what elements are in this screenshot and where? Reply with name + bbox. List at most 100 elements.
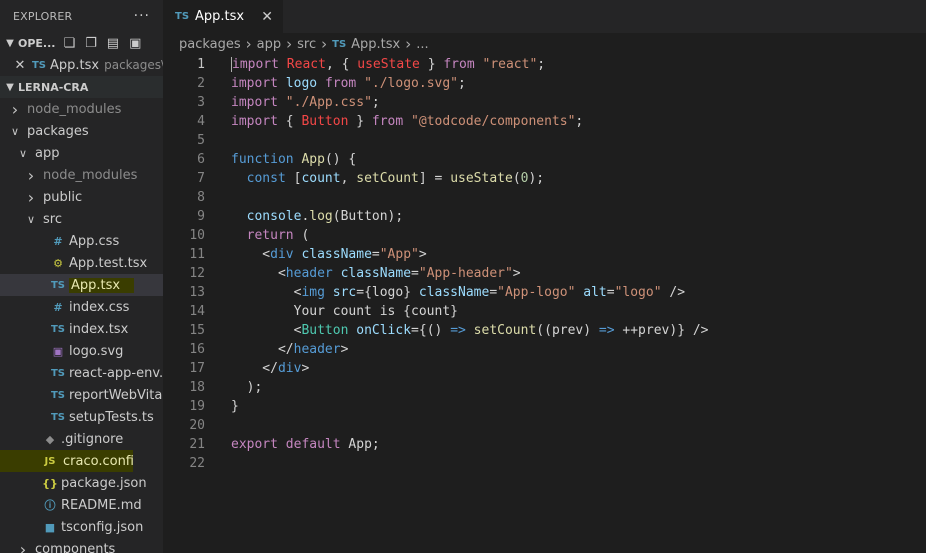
tree-file[interactable]: ◆ .gitignore bbox=[0, 428, 163, 450]
open-editor-item[interactable]: ✕ TS App.tsx packages\... bbox=[0, 54, 163, 76]
tree-file[interactable]: TS index.tsx bbox=[0, 318, 163, 340]
code-token: ; bbox=[371, 95, 380, 110]
code-line: 12 <header className="App-header"> bbox=[163, 264, 926, 283]
code-token: console bbox=[246, 209, 302, 224]
code-token: /> bbox=[661, 285, 686, 300]
code-token: div bbox=[277, 361, 302, 376]
code-text: function App() { bbox=[205, 150, 356, 169]
typescript-file-icon: TS bbox=[175, 11, 190, 22]
code-text: ); bbox=[205, 378, 263, 397]
tree-item-label: index.css bbox=[69, 299, 130, 315]
code-token: from bbox=[443, 57, 475, 72]
tree-file[interactable]: {} package.json bbox=[0, 472, 163, 494]
code-token: = bbox=[606, 285, 615, 300]
close-icon[interactable]: ✕ bbox=[12, 58, 28, 73]
info-file-icon: ⓘ bbox=[44, 499, 56, 512]
line-number: 21 bbox=[189, 437, 205, 452]
line-number: 13 bbox=[189, 285, 205, 300]
line-number: 16 bbox=[189, 342, 205, 357]
line-number: 4 bbox=[197, 114, 205, 129]
line-number: 12 bbox=[189, 266, 205, 281]
css-file-icon: # bbox=[53, 300, 63, 314]
tree-item-label: node_modules bbox=[27, 101, 122, 117]
code-token: header bbox=[285, 266, 333, 281]
code-token: className bbox=[340, 266, 412, 281]
tree-folder[interactable]: ∨ packages bbox=[0, 120, 163, 142]
more-actions-icon[interactable]: ··· bbox=[134, 8, 150, 24]
code-token: import bbox=[231, 57, 279, 72]
tab-app-tsx[interactable]: TS App.tsx ✕ bbox=[163, 0, 283, 33]
code-token: ++prev)} /> bbox=[614, 323, 709, 338]
tree-file[interactable]: JS craco.config.js bbox=[0, 450, 133, 472]
code-token: setCount bbox=[356, 171, 419, 186]
code-token: setCount bbox=[473, 323, 537, 338]
tree-file[interactable]: TSreportWebVitals.ts bbox=[0, 384, 163, 406]
git-file-icon: ◆ bbox=[45, 432, 55, 446]
code-token: => bbox=[598, 323, 615, 338]
new-file-icon[interactable]: ❏ bbox=[63, 36, 75, 51]
workspace-section[interactable]: ▼ LERNA-CRA bbox=[0, 76, 163, 98]
tree-file[interactable]: # App.css bbox=[0, 230, 163, 252]
line-number: 9 bbox=[197, 209, 205, 224]
typescript-file-icon: TS bbox=[31, 59, 47, 71]
code-line: 20 bbox=[163, 416, 926, 435]
tree-item-label: app bbox=[35, 145, 60, 161]
tree-folder[interactable]: › node_modules bbox=[0, 164, 163, 186]
breadcrumb-item[interactable]: App.tsx bbox=[351, 37, 400, 52]
tree-item-label: App.tsx bbox=[69, 277, 135, 293]
tree-folder[interactable]: › node_modules bbox=[0, 98, 163, 120]
tree-file[interactable]: TS App.tsx bbox=[0, 274, 163, 296]
tree-folder[interactable]: ∨ src bbox=[0, 208, 163, 230]
code-text: export default App; bbox=[205, 435, 380, 454]
tree-item-label: README.md bbox=[61, 497, 142, 513]
line-number: 19 bbox=[189, 399, 205, 414]
new-folder-icon[interactable]: ❐ bbox=[85, 36, 97, 51]
line-number: 17 bbox=[189, 361, 205, 376]
breadcrumb-item[interactable]: src bbox=[297, 37, 316, 52]
line-number: 1 bbox=[197, 57, 205, 72]
code-line: 4 import { Button } from "@todcode/compon… bbox=[163, 112, 926, 131]
code-token: "App-header" bbox=[418, 266, 513, 281]
code-token: > bbox=[418, 247, 427, 262]
code-token: ] = bbox=[418, 171, 451, 186]
code-token: import bbox=[231, 114, 278, 129]
code-token: Your count is {count} bbox=[231, 304, 458, 319]
tree-file[interactable]: ⓘ README.md bbox=[0, 494, 163, 516]
tree-file[interactable]: ⚙ App.test.tsx bbox=[0, 252, 163, 274]
tree-file[interactable]: ■ tsconfig.json bbox=[0, 516, 163, 538]
code-token: "./App.css" bbox=[285, 95, 372, 110]
breadcrumb-item[interactable]: packages bbox=[179, 37, 241, 52]
tree-folder[interactable]: › components bbox=[0, 538, 163, 553]
code-token: } bbox=[419, 57, 444, 72]
tree-folder[interactable]: ∨ app bbox=[0, 142, 163, 164]
close-icon[interactable]: ✕ bbox=[261, 9, 273, 25]
code-token: const bbox=[246, 171, 286, 186]
save-all-icon[interactable]: ▤ bbox=[107, 36, 119, 51]
breadcrumb-item[interactable]: app bbox=[257, 37, 281, 52]
chevron-right-icon: › bbox=[245, 35, 252, 53]
collapse-all-icon[interactable]: ▣ bbox=[129, 36, 141, 51]
tree-file[interactable]: ▣ logo.svg bbox=[0, 340, 163, 362]
code-editor[interactable]: 1 import React, { useState } from "react"… bbox=[163, 55, 926, 473]
tree-file[interactable]: # index.css bbox=[0, 296, 163, 318]
tree-item-label: App.test.tsx bbox=[69, 255, 148, 271]
chevron-right-icon: › bbox=[19, 539, 27, 553]
tree-item-label: reportWebVitals.ts bbox=[69, 387, 163, 403]
code-line: 14 Your count is {count} bbox=[163, 302, 926, 321]
tree-file[interactable]: TS setupTests.ts bbox=[0, 406, 163, 428]
breadcrumb-item[interactable]: ... bbox=[416, 37, 428, 52]
tab-label: App.tsx bbox=[195, 9, 245, 24]
code-line: 17 </div> bbox=[163, 359, 926, 378]
tree-file[interactable]: TSreact-app-env.d.ts bbox=[0, 362, 163, 384]
code-token: ; bbox=[458, 76, 466, 91]
typescript-file-icon: TS bbox=[50, 367, 66, 379]
open-editors-section[interactable]: ▼ OPE... ❏ ❐ ▤ ▣ bbox=[0, 32, 163, 54]
tree-folder[interactable]: › public bbox=[0, 186, 163, 208]
line-number: 15 bbox=[189, 323, 205, 338]
